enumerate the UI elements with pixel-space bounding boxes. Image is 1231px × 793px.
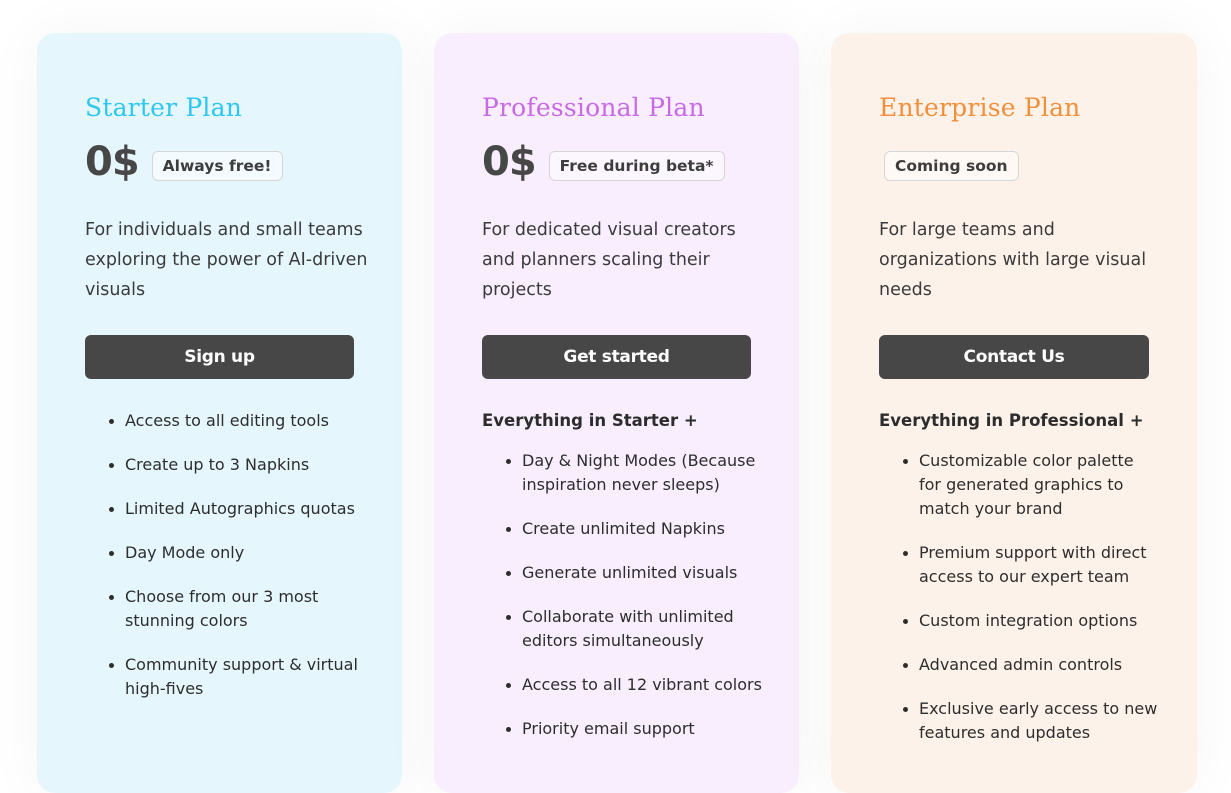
- feature-item: Exclusive early access to new features a…: [903, 697, 1159, 745]
- plan-description: For dedicated visual creators and planne…: [482, 220, 736, 300]
- price-row: Coming soon: [884, 137, 1019, 187]
- price-row: 0$ Free during beta*: [482, 137, 725, 187]
- feature-item: Community support & virtual high-fives: [109, 653, 365, 701]
- plan-badge: Always free!: [151, 151, 283, 181]
- feature-item: Collaborate with unlimited editors simul…: [506, 605, 762, 653]
- sign-up-button[interactable]: Sign up: [85, 335, 354, 379]
- feature-item: Choose from our 3 most stunning colors: [109, 585, 365, 633]
- contact-us-button[interactable]: Contact Us: [879, 335, 1149, 379]
- feature-section: Access to all editing tools Create up to…: [85, 409, 365, 721]
- feature-list: Day & Night Modes (Because inspiration n…: [482, 449, 762, 741]
- feature-item: Create unlimited Napkins: [506, 517, 762, 541]
- plan-badge: Free during beta*: [548, 151, 725, 181]
- plan-title: Professional Plan: [482, 93, 705, 122]
- feature-item: Day & Night Modes (Because inspiration n…: [506, 449, 762, 497]
- feature-list: Customizable color palette for generated…: [879, 449, 1159, 745]
- feature-item: Access to all editing tools: [109, 409, 365, 433]
- price-row: 0$ Always free!: [85, 137, 283, 187]
- feature-item: Advanced admin controls: [903, 653, 1159, 677]
- feature-item: Generate unlimited visuals: [506, 561, 762, 585]
- plan-badge: Coming soon: [884, 151, 1019, 181]
- feature-item: Day Mode only: [109, 541, 365, 565]
- plan-price: 0$: [482, 139, 537, 185]
- plan-description: For individuals and small teams explorin…: [85, 220, 368, 300]
- professional-plan-card: Professional Plan 0$ Free during beta* F…: [434, 33, 799, 793]
- plan-title: Starter Plan: [85, 93, 242, 122]
- enterprise-plan-card: Enterprise Plan Coming soon For large te…: [831, 33, 1197, 793]
- feature-item: Access to all 12 vibrant colors: [506, 673, 762, 697]
- get-started-button[interactable]: Get started: [482, 335, 751, 379]
- feature-item: Create up to 3 Napkins: [109, 453, 365, 477]
- plan-description: For large teams and organizations with l…: [879, 220, 1147, 300]
- feature-section: Everything in Starter + Day & Night Mode…: [482, 409, 762, 761]
- feature-list: Access to all editing tools Create up to…: [85, 409, 365, 701]
- starter-plan-card: Starter Plan 0$ Always free! For individ…: [37, 33, 402, 793]
- feature-item: Priority email support: [506, 717, 762, 741]
- feature-lead: Everything in Starter +: [482, 411, 698, 430]
- feature-item: Limited Autographics quotas: [109, 497, 365, 521]
- feature-item: Custom integration options: [903, 609, 1159, 633]
- plan-title: Enterprise Plan: [879, 93, 1081, 122]
- feature-lead: Everything in Professional +: [879, 411, 1144, 430]
- plan-price: 0$: [85, 139, 140, 185]
- feature-item: Premium support with direct access to ou…: [903, 541, 1159, 589]
- feature-item: Customizable color palette for generated…: [903, 449, 1159, 521]
- feature-section: Everything in Professional + Customizabl…: [879, 409, 1159, 765]
